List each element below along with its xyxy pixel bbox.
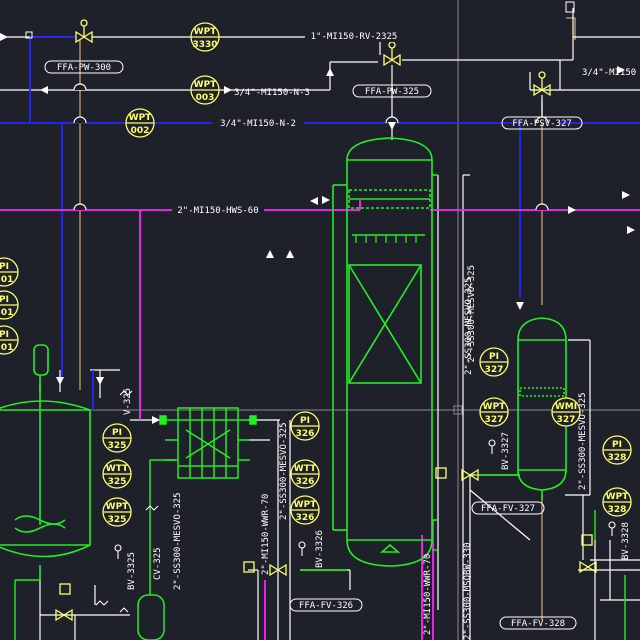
instrument-left2[interactable]: PI 301 bbox=[0, 290, 19, 320]
instrument-wpt3330[interactable]: WPT 3330 bbox=[190, 22, 220, 52]
instrument-wtt325-number: 325 bbox=[108, 477, 127, 487]
instrument-wpt325-number: 325 bbox=[108, 515, 127, 525]
instrument-wpt328[interactable]: WPT 328 bbox=[602, 487, 632, 517]
instrument-wtt325[interactable]: WTT 325 bbox=[102, 459, 132, 489]
tag-ffa-fv-328[interactable]: FFA-FV-328 bbox=[499, 616, 577, 630]
instrument-wpt325-function: WPT bbox=[106, 502, 130, 512]
label-wwr-70-b: 2"-MI150-WWR-70 bbox=[423, 554, 433, 635]
utility-lines bbox=[79, 17, 576, 620]
valve-fv-327[interactable] bbox=[435, 467, 479, 482]
label-bv-3327: BV-3327 bbox=[501, 432, 511, 470]
instrument-pi326-function: PI bbox=[300, 416, 310, 426]
instrument-wtt326-function: WTT bbox=[294, 464, 317, 474]
label-mesvo-325-e: 2"-SS300-MESVO-325 bbox=[578, 392, 588, 490]
instrument-pi327-function: PI bbox=[489, 352, 499, 362]
instrument-pi328-function: PI bbox=[612, 440, 622, 450]
instrument-wpt003-function: WPT bbox=[194, 80, 218, 90]
instrument-wmi327[interactable]: WMI 327 bbox=[551, 397, 581, 427]
tag-ffa-fv-328-label: FFA-FV-328 bbox=[511, 619, 565, 629]
instrument-wpt002[interactable]: WPT 002 bbox=[125, 108, 155, 138]
instrument-left3[interactable]: PI 301 bbox=[0, 325, 19, 355]
instrument-wpt328-number: 328 bbox=[608, 505, 627, 515]
instrument-left1-function: PI bbox=[0, 262, 9, 272]
pid-canvas: WPT 3330 WPT 003 WPT 002 PI 325 WTT 325 WPT 325 PI 32… bbox=[0, 0, 640, 640]
instrument-wpt327-number: 327 bbox=[485, 415, 504, 425]
n2-line[interactable] bbox=[0, 36, 640, 410]
instrument-wtt326[interactable]: WTT 326 bbox=[290, 459, 320, 489]
label-cv-325: CV-325 bbox=[153, 547, 163, 580]
instrument-bubbles[interactable]: WPT 3330 WPT 003 WPT 002 PI 325 WTT 325 WPT 325 PI 32… bbox=[0, 22, 632, 527]
label-bv-3326: BV-3326 bbox=[315, 530, 325, 568]
instrument-wpt327[interactable]: WPT 327 bbox=[479, 397, 509, 427]
reactor-tank[interactable] bbox=[0, 344, 91, 580]
label-n-3: 3/4"-MI150-N-3 bbox=[234, 88, 310, 98]
label-hws-60: 2"-MI150-HWS-60 bbox=[177, 206, 258, 216]
hws60-line[interactable] bbox=[0, 200, 640, 640]
label-mesvo-325-b: 2"-SS300-MESVO-325 bbox=[467, 265, 477, 363]
instrument-pi325-function: PI bbox=[112, 428, 122, 438]
instrument-wpt328-function: WPT bbox=[606, 492, 630, 502]
instrument-wpt3330-function: WPT bbox=[194, 27, 218, 37]
valve-pw-300[interactable] bbox=[75, 19, 93, 44]
tag-ffa-fv-326[interactable]: FFA-FV-326 bbox=[289, 598, 363, 612]
instrument-pi325-number: 325 bbox=[108, 441, 127, 451]
pid-drawing: WPT 3330 WPT 003 WPT 002 PI 325 WTT 325 WPT 325 PI 32… bbox=[0, 0, 640, 640]
instrument-left2-number: 301 bbox=[0, 308, 13, 318]
label-wwr-70-a: 2"-MI150-WWR-70 bbox=[261, 494, 271, 575]
instrument-wpt003-number: 003 bbox=[196, 93, 215, 103]
tag-ffa-pw-300-label: FFA-PW-300 bbox=[57, 63, 111, 73]
tag-ffa-psv-327[interactable]: FFA-PSV-327 bbox=[501, 116, 583, 130]
tag-ffa-fv-326-label: FFA-FV-326 bbox=[299, 601, 353, 611]
label-bv-3328: BV-3328 bbox=[621, 522, 631, 560]
valve-pw-325[interactable] bbox=[383, 41, 401, 67]
label-rv-2325: 1"-MI150-RV-2325 bbox=[311, 32, 398, 42]
instrument-wtt325-function: WTT bbox=[106, 464, 129, 474]
tag-ffa-pw-300[interactable]: FFA-PW-300 bbox=[44, 60, 124, 74]
instrument-pi328-number: 328 bbox=[608, 453, 627, 463]
line-crossings bbox=[73, 83, 549, 211]
instrument-left1-number: 301 bbox=[0, 275, 13, 285]
instrument-pi326[interactable]: PI 326 bbox=[290, 411, 320, 441]
instrument-wpt326-number: 326 bbox=[296, 513, 315, 523]
instrument-wpt002-function: WPT bbox=[129, 113, 153, 123]
label-mesvo-325-d: 2"-SS300-MESVO-325 bbox=[173, 492, 183, 590]
instrument-wpt327-function: WPT bbox=[483, 402, 507, 412]
instrument-pi325[interactable]: PI 325 bbox=[102, 423, 132, 453]
instrument-left2-function: PI bbox=[0, 295, 9, 305]
tag-ffa-fv-327[interactable]: FFA-FV-327 bbox=[471, 501, 545, 515]
instrument-left3-function: PI bbox=[0, 330, 9, 340]
instrument-wmi327-number: 327 bbox=[557, 415, 576, 425]
tag-ffa-psv-327-label: FFA-PSV-327 bbox=[512, 119, 572, 129]
heat-exchanger[interactable] bbox=[159, 407, 257, 479]
instrument-wmi327-function: WMI bbox=[555, 402, 577, 412]
instrument-pi327-number: 327 bbox=[485, 365, 504, 375]
instrument-wpt3330-number: 3330 bbox=[192, 40, 217, 50]
instrument-wpt325[interactable]: WPT 325 bbox=[102, 497, 132, 527]
valve-psv-327[interactable] bbox=[533, 71, 551, 97]
instrument-wpt326-function: WPT bbox=[294, 500, 318, 510]
instrument-pi328[interactable]: PI 328 bbox=[602, 435, 632, 465]
column-spray-nozzles bbox=[355, 235, 417, 243]
instrument-wpt002-number: 002 bbox=[131, 126, 150, 136]
tag-ffa-fv-327-label: FFA-FV-327 bbox=[481, 504, 535, 514]
label-mesvo-325-c: 2"-SS300-MESVO-325 bbox=[279, 422, 289, 520]
instrument-left1[interactable]: PI 301 bbox=[0, 257, 19, 287]
instrument-wpt003[interactable]: WPT 003 bbox=[190, 75, 220, 105]
tag-ffa-pw-325[interactable]: FFA-PW-325 bbox=[352, 84, 432, 98]
instrument-pi327[interactable]: PI 327 bbox=[479, 347, 509, 377]
label-msqbw-330: 2"-SS300-MSQBW-330 bbox=[463, 542, 473, 640]
instrument-pi326-number: 326 bbox=[296, 429, 315, 439]
instrument-wtt326-number: 326 bbox=[296, 477, 315, 487]
label-bv-3325: BV-3325 bbox=[127, 552, 137, 590]
label-n-2: 3/4"-MI150-N-2 bbox=[220, 119, 296, 129]
label-mi150-partial: 3/4"-MI150 bbox=[582, 68, 636, 78]
instrument-wpt326[interactable]: WPT 326 bbox=[290, 495, 320, 525]
line-end-markers bbox=[25, 1, 575, 39]
distillation-column[interactable] bbox=[332, 137, 438, 567]
instrument-left3-number: 301 bbox=[0, 343, 13, 353]
tag-ffa-pw-325-label: FFA-PW-325 bbox=[365, 87, 419, 97]
